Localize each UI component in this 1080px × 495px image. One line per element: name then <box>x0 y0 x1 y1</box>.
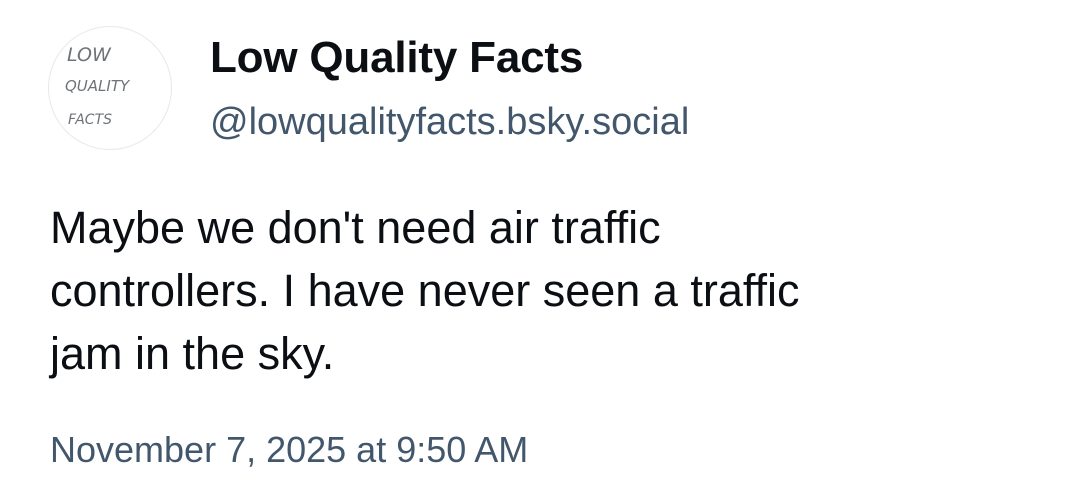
author-display-name[interactable]: Low Quality Facts <box>210 36 583 80</box>
post-text: Maybe we don't need air traffic controll… <box>50 202 800 379</box>
avatar-logo-line1: LOW <box>67 44 112 66</box>
post-card: LOW QUALITY FACTS Low Quality Facts @low… <box>0 0 1080 495</box>
avatar-logo-line2: QUALITY <box>65 77 131 95</box>
avatar-logo-icon: LOW QUALITY FACTS <box>65 44 131 128</box>
avatar[interactable]: LOW QUALITY FACTS <box>48 26 172 150</box>
post-timestamp[interactable]: November 7, 2025 at 9:50 AM <box>50 432 528 468</box>
author-handle[interactable]: @lowqualityfacts.bsky.social <box>210 103 689 141</box>
avatar-logo-line3: FACTS <box>68 112 112 128</box>
